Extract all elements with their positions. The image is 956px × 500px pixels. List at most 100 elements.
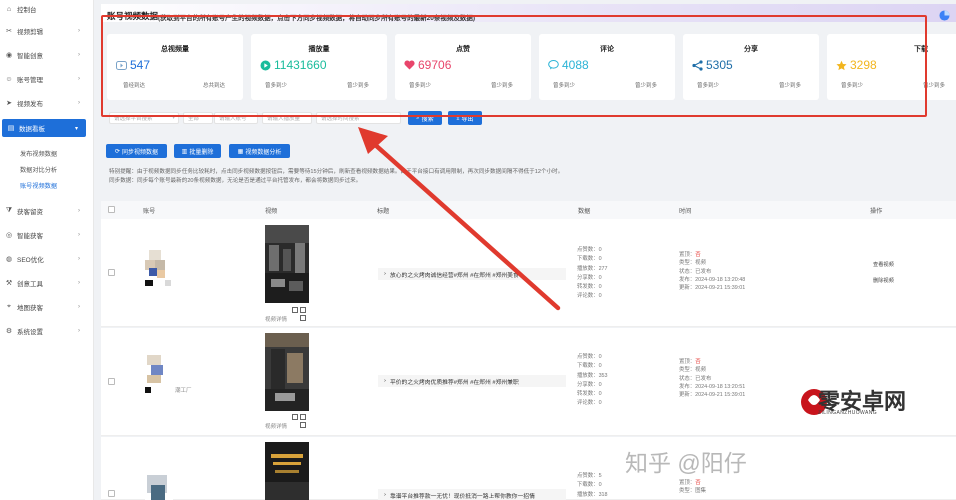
stat-share: 分享数：0	[577, 381, 602, 388]
funnel-icon: ⧩	[5, 207, 13, 214]
sidebar-subitem-account-video[interactable]: 账号视频数据	[0, 178, 94, 192]
sort-desc-link[interactable]: 曾多到少	[265, 81, 287, 89]
column-header-account: 账号	[143, 208, 156, 215]
pie-chart-icon[interactable]	[939, 10, 950, 21]
sidebar-item-data-board[interactable]: ▤ 数据看板 ▾	[2, 119, 86, 137]
sidebar-subitem-compare[interactable]: 数据对比分析	[0, 162, 94, 176]
chevron-right-icon: ›	[78, 256, 80, 262]
row-checkbox[interactable]	[108, 378, 115, 385]
video-detail-link[interactable]: 视频详情	[265, 315, 287, 323]
sort-asc-link[interactable]: 曾少到多	[923, 81, 945, 89]
search-icon: ⌕	[416, 114, 420, 121]
qr-code-icon[interactable]	[300, 307, 306, 313]
scissors-icon: ✂	[6, 28, 12, 35]
row-checkbox[interactable]	[108, 490, 115, 497]
sort-desc-link[interactable]: 曾经到达	[123, 81, 145, 89]
view-video-link[interactable]: 查看视频	[873, 261, 894, 268]
sort-desc-link[interactable]: 曾多到少	[841, 81, 863, 89]
chevron-right-icon: ›	[384, 492, 386, 498]
export-button[interactable]: ⤓ 导出	[448, 111, 482, 125]
sidebar-item-seo[interactable]: ◍ SEO优化 ›	[0, 250, 94, 268]
account-input[interactable]: 请输入账号	[214, 112, 258, 124]
video-title-text: 放心的之火烤肉诚信经营#郑州 #在郑州 #郑州美食	[389, 272, 519, 279]
sidebar-item-label: 获客留资	[17, 209, 43, 216]
sync-video-data-button[interactable]: ⟳ 同步视频数据	[106, 144, 167, 158]
sort-asc-link[interactable]: 曾少到多	[635, 81, 657, 89]
column-header-actions: 操作	[870, 208, 883, 215]
qr-code-icon[interactable]	[300, 414, 306, 420]
gear-icon: ⚙	[5, 328, 13, 335]
platform-select[interactable]: 请选择平台搜索 ▾	[109, 112, 179, 124]
sidebar-item-accounts[interactable]: ☺ 账号管理 ›	[0, 70, 94, 88]
search-button[interactable]: ⌕ 搜索	[408, 111, 442, 125]
stat-number: 5305	[706, 58, 733, 72]
sort-asc-link[interactable]: 曾少到多	[779, 81, 801, 89]
bulb-icon: ◉	[5, 52, 13, 59]
sidebar-item-publish[interactable]: ➤ 视频发布 ›	[0, 94, 94, 112]
stat-title: 分享	[744, 46, 758, 53]
row-checkbox[interactable]	[108, 269, 115, 276]
sidebar-item-video-edit[interactable]: ✂ 视频剪辑 ›	[0, 22, 94, 40]
video-thumbnail[interactable]	[265, 333, 309, 411]
time-range-picker[interactable]: 请选择时间搜索	[316, 112, 401, 124]
copy-icon[interactable]	[300, 315, 306, 321]
video-analysis-button[interactable]: ▦ 视频数据分析	[229, 144, 290, 158]
stat-forward: 转发数：0	[577, 284, 602, 291]
sidebar-item-creative-tools[interactable]: ⚒ 创意工具 ›	[0, 274, 94, 292]
pinned-value: 否	[695, 252, 701, 258]
video-time-info: 置顶：否 类型：视频 状态：已发布 发布：2024-09-18 13:20:48…	[679, 251, 745, 292]
batch-delete-button[interactable]: ▥ 批量删除	[174, 144, 221, 158]
column-header-time: 时间	[679, 208, 692, 215]
stat-share: 分享数：0	[577, 274, 602, 281]
stat-download: 下载数：0	[577, 363, 602, 370]
video-thumbnail[interactable]	[265, 225, 309, 303]
sort-desc-link[interactable]: 曾多到少	[553, 81, 575, 89]
sidebar-item-smart-acquire[interactable]: ◎ 智能获客 ›	[0, 226, 94, 244]
notice-line: 特别提醒：由于视频数据同步任务比较耗时，点击同步视频数据按钮后，需要等待15分钟…	[109, 169, 564, 175]
sidebar-item-leads[interactable]: ⧩ 获客留资 ›	[0, 202, 94, 220]
sort-desc-link[interactable]: 曾多到少	[697, 81, 719, 89]
avatar	[145, 475, 173, 500]
sidebar-subitem-label: 数据对比分析	[20, 166, 58, 174]
sidebar-item-label: SEO优化	[17, 257, 44, 264]
chevron-right-icon: ›	[78, 328, 80, 334]
sidebar-item-label: 创意工具	[17, 281, 43, 288]
video-detail-link[interactable]: 视频详情	[265, 422, 287, 430]
account-name: 潮工厂	[175, 388, 192, 394]
video-title[interactable]: › 靠谱平台推荐款一无忧！现价抵消一路上帮你教你一招情	[378, 489, 566, 500]
stat-title: 总视频量	[161, 46, 189, 53]
stat-number: 4088	[562, 58, 589, 72]
sidebar-item-dashboard[interactable]: ⌂ 控制台	[0, 0, 94, 18]
sort-asc-link[interactable]: 曾少到多	[347, 81, 369, 89]
chart-icon: ▦	[237, 148, 244, 155]
video-thumbnail[interactable]	[265, 442, 309, 500]
stat-card-likes: 点赞 69706 曾多到少 曾少到多	[395, 34, 531, 100]
sidebar-subitem-publish-data[interactable]: 发布视频数据	[0, 146, 94, 160]
level-select-value: 全部	[188, 116, 200, 122]
sort-asc-link[interactable]: 总共到达	[203, 81, 225, 89]
play-count-input[interactable]: 请输入播放量	[262, 112, 312, 124]
chevron-right-icon: ›	[384, 378, 386, 384]
stat-value: 3298	[836, 58, 877, 72]
video-title[interactable]: › 平价的之火烤肉优质推荐#郑州 #在郑州 #郑州兼职	[378, 375, 566, 387]
qr-code-icon[interactable]	[292, 307, 298, 313]
sort-desc-link[interactable]: 曾多到少	[409, 81, 431, 89]
sidebar-item-map-acquire[interactable]: ⌖ 地图获客 ›	[0, 298, 94, 316]
stat-like: 点赞数：0	[577, 247, 602, 253]
stat-card-downloads: 下载 3298 曾多到少 曾少到多	[827, 34, 956, 100]
time-range-placeholder: 请选择时间搜索	[321, 116, 360, 122]
sidebar-item-smart-creative[interactable]: ◉ 智能创意 ›	[0, 46, 94, 64]
sidebar-subitem-label: 账号视频数据	[20, 182, 58, 190]
delete-video-link[interactable]: 删除视频	[873, 277, 894, 284]
sidebar-item-settings[interactable]: ⚙ 系统设置 ›	[0, 322, 94, 340]
chevron-right-icon: ›	[78, 76, 80, 82]
qr-code-icon[interactable]	[292, 414, 298, 420]
sort-asc-link[interactable]: 曾少到多	[491, 81, 513, 89]
table-row: 视频详情 › 放心的之火烤肉诚信经营#郑州 #在郑州 #郑州美食 点赞数：0 下…	[101, 219, 956, 327]
copy-icon[interactable]	[300, 422, 306, 428]
select-all-checkbox[interactable]	[108, 206, 115, 213]
stat-value: 547	[116, 58, 150, 72]
type-text: 类型：图集	[679, 488, 706, 495]
level-select[interactable]: 全部	[183, 112, 213, 124]
video-title[interactable]: › 放心的之火烤肉诚信经营#郑州 #在郑州 #郑州美食	[378, 268, 566, 280]
